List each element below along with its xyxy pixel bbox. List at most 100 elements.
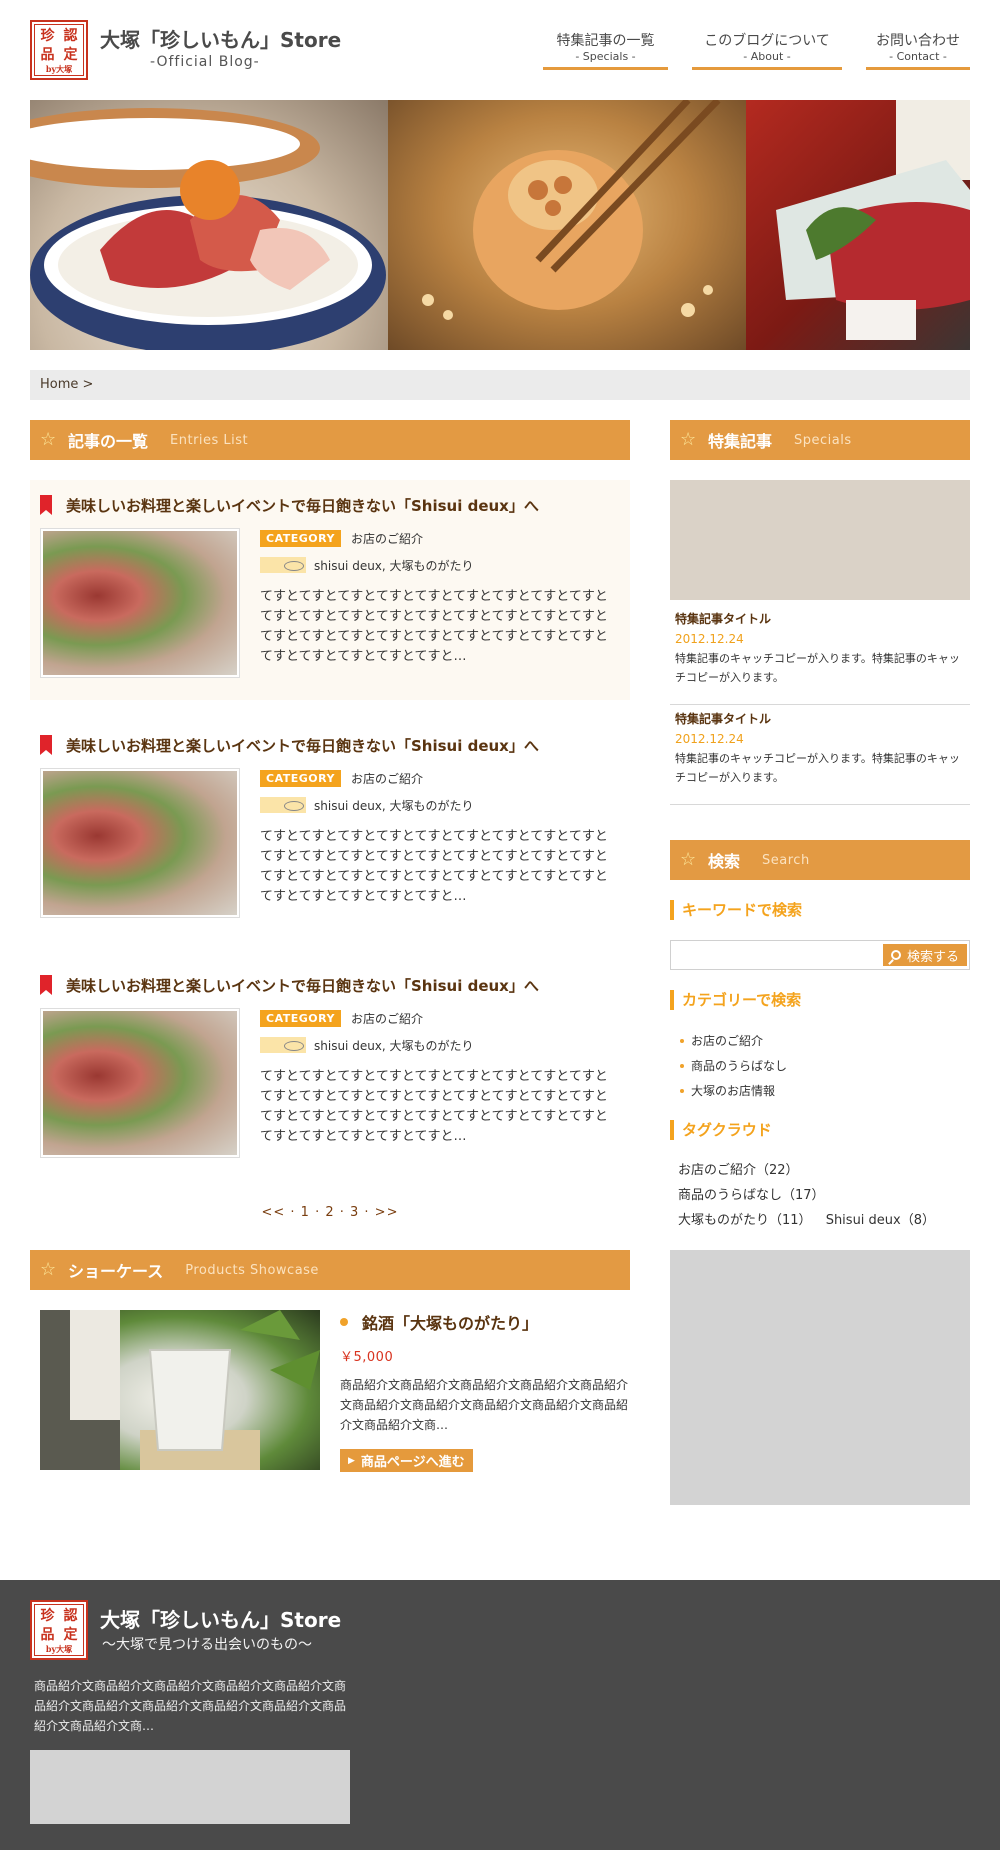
- section-subtitle: Specials: [794, 432, 852, 448]
- showcase-section-header: ☆ ショーケース Products Showcase: [30, 1250, 630, 1290]
- entry-card: 美味しいお料理と楽しいイベントで毎日飽きない「Shisui deux」へ CAT…: [30, 960, 630, 1180]
- tag-link[interactable]: Shisui deux（8）: [826, 1213, 935, 1228]
- entry-title: 美味しいお料理と楽しいイベントで毎日飽きない「Shisui deux」へ: [66, 736, 539, 755]
- tag-cloud: お店のご紹介（22） 商品のうらばなし（17） 大塚ものがたり（11） Shis…: [678, 1158, 968, 1233]
- breadcrumb: Home >: [30, 370, 970, 400]
- entry-title-link[interactable]: 美味しいお料理と楽しいイベントで毎日飽きない「Shisui deux」へ: [40, 494, 620, 516]
- entry-thumbnail[interactable]: [40, 528, 240, 678]
- footer-title: 大塚「珍しいもん」Store: [100, 1608, 342, 1632]
- tag-icon: [260, 797, 306, 813]
- bullet-icon: [680, 1038, 684, 1043]
- entry-excerpt: てすとてすとてすとてすとてすとてすとてすとてすとてすとてすとてすとてすとてすとて…: [260, 1069, 608, 1144]
- category-label: お店のご紹介: [691, 1034, 764, 1048]
- bullet-icon: [680, 1088, 684, 1093]
- tag-link[interactable]: 商品のうらばなし（17）: [678, 1188, 825, 1203]
- bullet-icon: [680, 1063, 684, 1068]
- section-subtitle: Search: [762, 852, 810, 868]
- product-description: 商品紹介文商品紹介文商品紹介文商品紹介文商品紹介文商品紹介文商品紹介文商品紹介文…: [340, 1378, 629, 1432]
- product-name[interactable]: 銘酒「大塚ものがたり」: [340, 1310, 630, 1334]
- site-subtitle: -Official Blog-: [150, 54, 260, 70]
- global-nav: 特集記事の一覧 - Specials - このブログについて - About -…: [543, 32, 970, 70]
- entry-title-link[interactable]: 美味しいお料理と楽しいイベントで毎日飽きない「Shisui deux」へ: [40, 734, 620, 756]
- nav-sublabel: - About -: [743, 50, 791, 63]
- search-button-label: 検索する: [906, 949, 959, 965]
- nav-sublabel: - Contact -: [889, 50, 947, 63]
- tag-icon: [260, 557, 306, 573]
- tag-icon: [260, 1037, 306, 1053]
- nav-specials[interactable]: 特集記事の一覧 - Specials -: [543, 32, 668, 70]
- entry-title: 美味しいお料理と楽しいイベントで毎日飽きない「Shisui deux」へ: [66, 976, 539, 995]
- bullet-icon: [340, 1318, 348, 1326]
- tag-link[interactable]: 大塚ものがたり（11）: [678, 1213, 812, 1228]
- nav-contact[interactable]: お問い合わせ - Contact -: [866, 32, 970, 70]
- product-image[interactable]: [40, 1310, 320, 1470]
- search-form: 検索する: [670, 940, 970, 970]
- entry-title-link[interactable]: 美味しいお料理と楽しいイベントで毎日飽きない「Shisui deux」へ: [40, 974, 620, 996]
- seal-char: 品: [40, 47, 55, 64]
- seal-by: by大塚: [45, 1644, 73, 1654]
- tag-links[interactable]: shisui deux, 大塚ものがたり: [314, 557, 474, 574]
- search-input[interactable]: [671, 941, 881, 969]
- nav-about[interactable]: このブログについて - About -: [692, 32, 842, 70]
- section-title: 特集記事: [708, 432, 773, 451]
- product-price: ￥5,000: [340, 1350, 394, 1365]
- pagination[interactable]: << · 1 · 2 · 3 · >>: [30, 1205, 630, 1220]
- category-item[interactable]: 商品のうらばなし: [680, 1053, 787, 1078]
- site-footer: 珍 認 品 定 by大塚 大塚「珍しいもん」Store 〜大塚で見つける出会いの…: [0, 1580, 1000, 1850]
- section-title: 検索: [708, 852, 741, 871]
- breadcrumb-home[interactable]: Home >: [40, 377, 93, 392]
- bookmark-icon: [40, 495, 52, 515]
- showcase-item: 銘酒「大塚ものがたり」 ￥5,000 商品紹介文商品紹介文商品紹介文商品紹介文商…: [40, 1310, 630, 1472]
- special-copy: 特集記事のキャッチコピーが入ります。特集記事のキャッチコピーが入ります。: [675, 652, 960, 684]
- seal-char: 定: [63, 1627, 78, 1644]
- category-label: 商品のうらばなし: [691, 1059, 788, 1073]
- category-badge: CATEGORY: [260, 529, 341, 547]
- section-title: ショーケース: [68, 1262, 164, 1281]
- category-item[interactable]: お店のご紹介: [680, 1028, 787, 1053]
- entry-card: 美味しいお料理と楽しいイベントで毎日飽きない「Shisui deux」へ CAT…: [30, 720, 630, 940]
- category-badge: CATEGORY: [260, 1009, 341, 1027]
- category-link[interactable]: お店のご紹介: [351, 530, 423, 547]
- entry-thumbnail[interactable]: [40, 768, 240, 918]
- specials-banner[interactable]: [670, 480, 970, 600]
- category-list: お店のご紹介 商品のうらばなし 大塚のお店情報: [680, 1028, 787, 1103]
- category-badge: CATEGORY: [260, 769, 341, 787]
- category-link[interactable]: お店のご紹介: [351, 770, 423, 787]
- special-date: 2012.12.24: [675, 732, 744, 746]
- nav-label: お問い合わせ: [876, 33, 960, 49]
- entry-thumbnail[interactable]: [40, 1008, 240, 1158]
- bookmark-icon: [40, 735, 52, 755]
- seal-by: by大塚: [45, 64, 73, 74]
- product-page-button[interactable]: ▶ 商品ページへ進む: [340, 1449, 473, 1472]
- footer-subtitle: 〜大塚で見つける出会いのもの〜: [102, 1637, 312, 1653]
- sidebar-ad[interactable]: [670, 1250, 970, 1505]
- logo-seal[interactable]: 珍 認 品 定 by大塚: [30, 20, 88, 80]
- seal-char: 認: [63, 27, 78, 44]
- specials-section-header: ☆ 特集記事 Specials: [670, 420, 970, 460]
- footer-logo-seal[interactable]: 珍 認 品 定 by大塚: [30, 1600, 88, 1660]
- tag-cloud-heading: タグクラウド: [670, 1120, 772, 1140]
- special-article[interactable]: 特集記事タイトル 2012.12.24 特集記事のキャッチコピーが入ります。特集…: [670, 705, 970, 805]
- entry-excerpt: てすとてすとてすとてすとてすとてすとてすとてすとてすとてすとてすとてすとてすとて…: [260, 589, 608, 664]
- tag-links[interactable]: shisui deux, 大塚ものがたり: [314, 1037, 474, 1054]
- footer-banner[interactable]: [30, 1750, 350, 1824]
- nav-label: 特集記事の一覧: [556, 33, 655, 49]
- search-button[interactable]: 検索する: [883, 944, 967, 966]
- entry-title: 美味しいお料理と楽しいイベントで毎日飽きない「Shisui deux」へ: [66, 496, 539, 515]
- category-search-heading: カテゴリーで検索: [670, 990, 801, 1010]
- tag-link[interactable]: お店のご紹介（22）: [678, 1163, 799, 1178]
- special-title: 特集記事タイトル: [675, 712, 772, 726]
- tag-links[interactable]: shisui deux, 大塚ものがたり: [314, 797, 474, 814]
- site-title[interactable]: 大塚「珍しいもん」Store: [100, 24, 341, 53]
- star-icon: ☆: [680, 849, 697, 870]
- seal-char: 珍: [40, 27, 55, 44]
- hero-image-donburi: [30, 100, 388, 350]
- entry-card: 美味しいお料理と楽しいイベントで毎日飽きない「Shisui deux」へ CAT…: [30, 480, 630, 700]
- category-item[interactable]: 大塚のお店情報: [680, 1078, 787, 1103]
- triangle-right-icon: ▶: [348, 1455, 355, 1466]
- special-article[interactable]: 特集記事タイトル 2012.12.24 特集記事のキャッチコピーが入ります。特集…: [670, 605, 970, 705]
- footer-description: 商品紹介文商品紹介文商品紹介文商品紹介文商品紹介文商品紹介文商品紹介文商品紹介文…: [34, 1679, 347, 1733]
- category-link[interactable]: お店のご紹介: [351, 1010, 423, 1027]
- nav-sublabel: - Specials -: [575, 50, 636, 63]
- section-subtitle: Products Showcase: [185, 1262, 319, 1278]
